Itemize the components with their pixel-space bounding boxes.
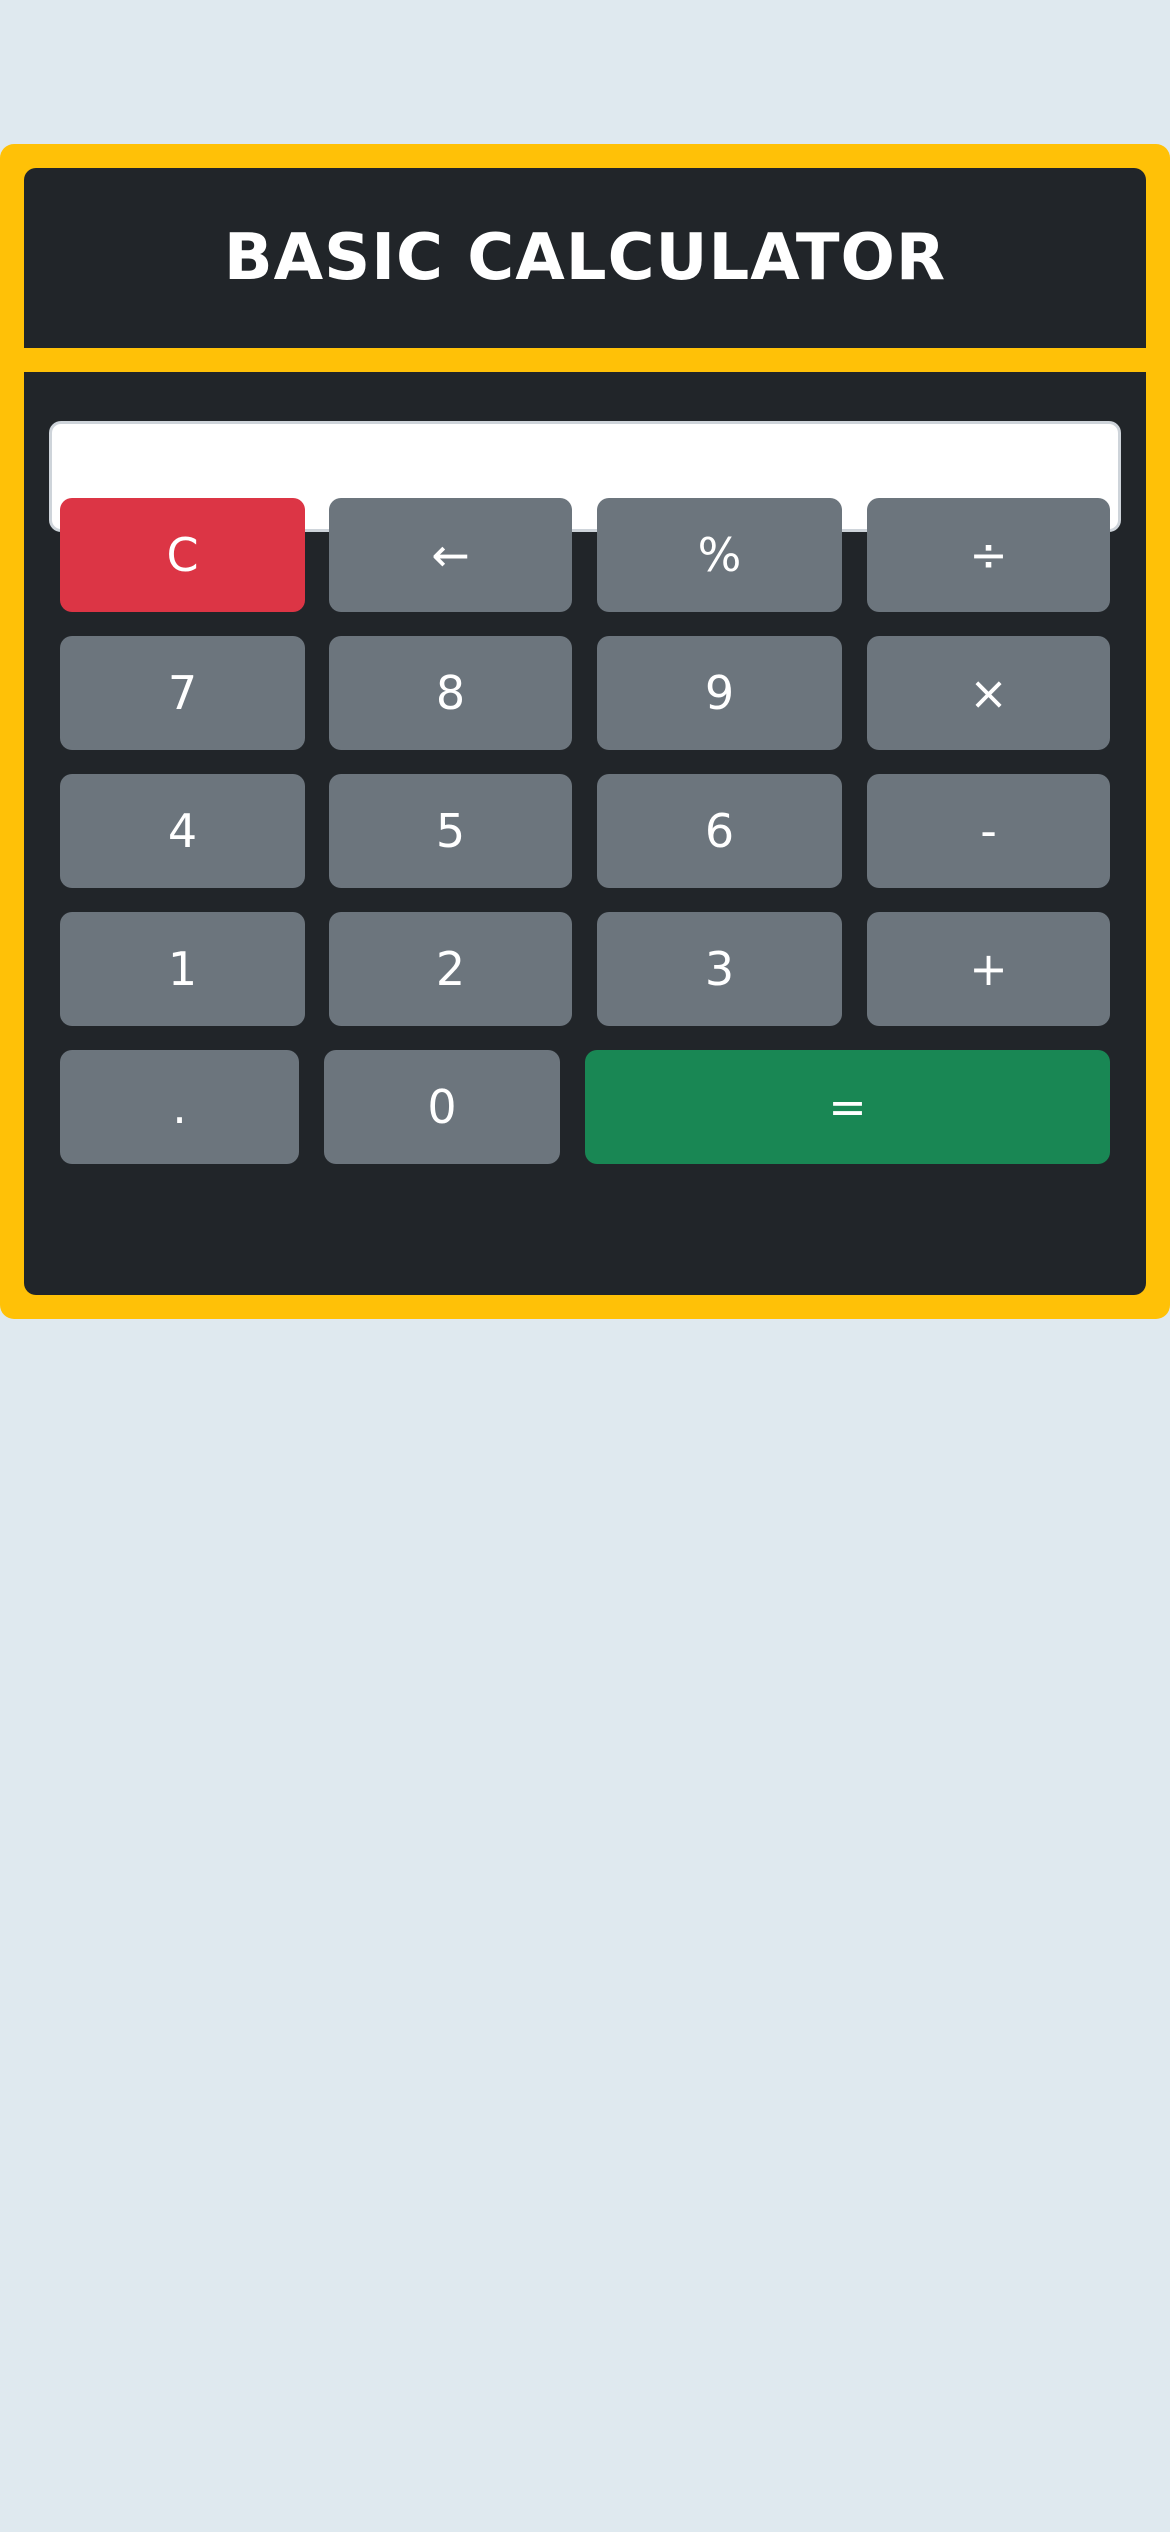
digit-8-button[interactable]: 8 xyxy=(329,636,572,750)
digit-3-button[interactable]: 3 xyxy=(597,912,842,1026)
digit-5-button[interactable]: 5 xyxy=(329,774,572,888)
equals-button[interactable]: = xyxy=(585,1050,1110,1164)
calculator-header: BASIC CALCULATOR xyxy=(24,168,1146,348)
digit-1-button[interactable]: 1 xyxy=(60,912,305,1026)
digit-2-button[interactable]: 2 xyxy=(329,912,572,1026)
calculator-title: BASIC CALCULATOR xyxy=(223,221,947,295)
calculator-frame: BASIC CALCULATOR C ← % ÷ 7 8 9 × 4 5 6 -… xyxy=(0,144,1170,1319)
clear-button[interactable]: C xyxy=(60,498,305,612)
digit-0-button[interactable]: 0 xyxy=(324,1050,560,1164)
backspace-button[interactable]: ← xyxy=(329,498,572,612)
digit-7-button[interactable]: 7 xyxy=(60,636,305,750)
add-button[interactable]: + xyxy=(867,912,1110,1026)
digit-4-button[interactable]: 4 xyxy=(60,774,305,888)
multiply-button[interactable]: × xyxy=(867,636,1110,750)
digit-6-button[interactable]: 6 xyxy=(597,774,842,888)
subtract-button[interactable]: - xyxy=(867,774,1110,888)
calculator-body: C ← % ÷ 7 8 9 × 4 5 6 - 1 2 3 + . 0 = xyxy=(24,372,1146,1295)
percent-button[interactable]: % xyxy=(597,498,842,612)
decimal-button[interactable]: . xyxy=(60,1050,299,1164)
digit-9-button[interactable]: 9 xyxy=(597,636,842,750)
divide-button[interactable]: ÷ xyxy=(867,498,1110,612)
